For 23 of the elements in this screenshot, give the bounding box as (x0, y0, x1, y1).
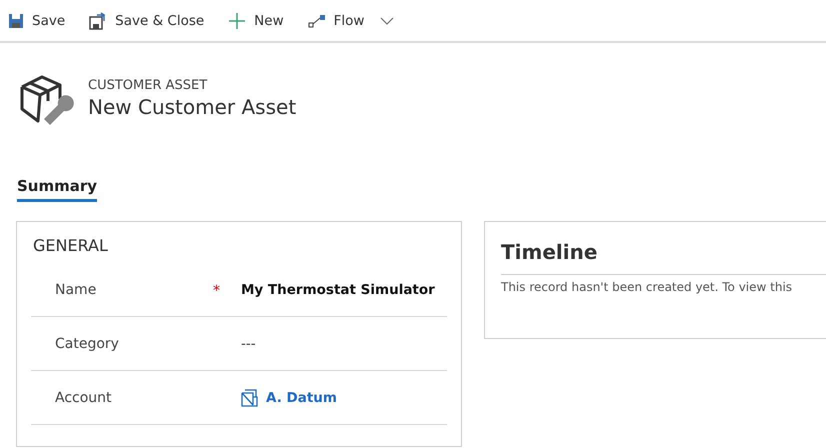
save-close-icon (89, 12, 108, 30)
category-field[interactable]: --- (241, 336, 256, 352)
tab[interactable]: Summary (17, 177, 98, 202)
timeline-title: Timeline (501, 240, 598, 264)
name-field[interactable]: My Thermostat Simulator (241, 282, 435, 298)
field-label: Name (54, 282, 98, 298)
field-label: Category (54, 336, 120, 352)
save-close-button[interactable]: Save & Close (87, 8, 206, 34)
entity-type: CUSTOMER ASSET (88, 78, 208, 92)
save-icon (8, 12, 24, 28)
account-link[interactable]: A. Datum (241, 388, 337, 406)
timeline-message: This record hasn't been created yet. To view this (501, 274, 826, 294)
save-button[interactable]: Save (6, 8, 68, 32)
plus-icon (228, 12, 246, 30)
field-label: Account (54, 390, 113, 406)
account-icon (241, 388, 258, 406)
flow-button[interactable]: Flow (306, 8, 366, 32)
section-title: GENERAL (33, 236, 108, 255)
flow-icon (308, 14, 326, 28)
record-title: New Customer Asset (88, 94, 296, 118)
new-button[interactable]: New (226, 8, 286, 34)
required-marker: * (213, 283, 220, 299)
chevron-down-icon[interactable] (380, 16, 394, 24)
